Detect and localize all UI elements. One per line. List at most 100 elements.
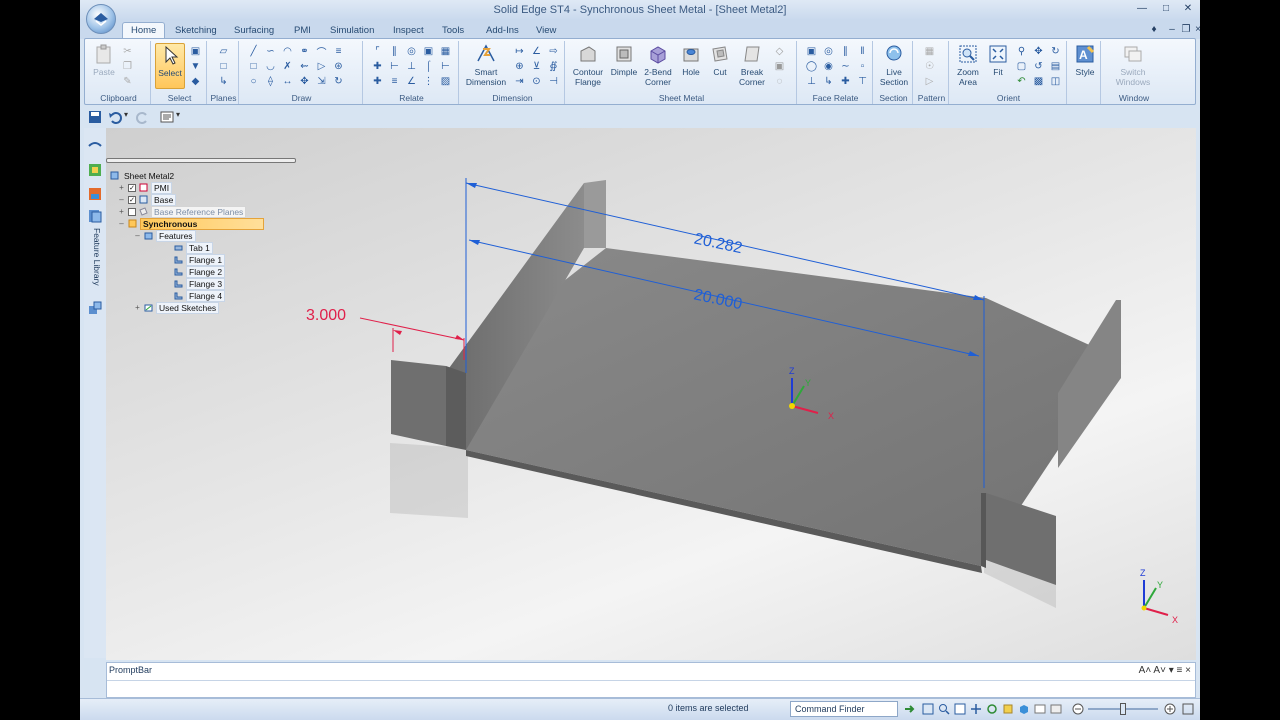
perpendicular-face-icon[interactable]: ⊥ [805,75,818,88]
tangent-face-icon[interactable]: ◯ [805,60,818,73]
shaded-view-icon[interactable] [1018,703,1030,715]
angular-coordinate-icon[interactable]: ∯ [547,60,560,73]
emboss-icon[interactable]: ◇ [773,45,786,58]
trim-icon[interactable]: ✗ [281,60,294,73]
curve-icon[interactable]: ∽ [264,45,277,58]
view-cube-icon[interactable]: ▩ [1032,75,1045,88]
select-tool-button[interactable]: Select [155,43,185,89]
assembly-icon[interactable] [87,300,103,316]
rotate-view-icon[interactable]: ↻ [1049,45,1062,58]
midpoint-icon[interactable]: ⋮ [422,75,435,88]
go-arrow-icon[interactable] [904,703,916,715]
tree-node-used-sketches[interactable]: + Used Sketches [134,301,220,314]
doc-close-button[interactable]: × [1186,23,1200,38]
distance-between-icon[interactable]: ↦ [513,45,526,58]
dim-axis-icon[interactable]: ⊙ [530,75,543,88]
rigid-face-icon[interactable]: ✚ [839,75,852,88]
tree-node-tab1[interactable]: Tab 1 [174,241,213,254]
coincident-plane-icon[interactable]: ▱ [217,45,230,58]
rectangular-pattern-icon[interactable]: ▦ [923,45,936,58]
pan-status-icon[interactable] [970,703,982,715]
flange-right-wall[interactable] [1058,300,1121,468]
equal-radius-icon[interactable]: ∼ [839,60,852,73]
tangent-icon[interactable]: ⌠ [422,60,435,73]
zoom-out-icon[interactable] [1072,703,1084,715]
base-reference-planes-checkbox[interactable] [128,207,136,216]
decrease-font-icon[interactable]: A˅ [1153,665,1166,676]
tab-left-flange[interactable] [391,360,446,446]
pan-icon[interactable]: ✥ [1032,45,1045,58]
fit-status-icon[interactable] [954,703,966,715]
tree-node-root[interactable]: Sheet Metal2 [110,170,176,181]
cut-icon[interactable]: ✂ [121,45,134,58]
paste-button[interactable]: Paste [91,43,117,77]
circle-icon[interactable]: ○ [247,75,260,88]
zoom-in-icon[interactable] [1164,703,1176,715]
close-prompt-icon[interactable]: × [1185,665,1191,676]
command-finder-input[interactable]: Command Finder [790,701,898,717]
circular-pattern-icon[interactable]: ☉ [923,60,936,73]
fit-button[interactable]: Fit [985,43,1011,77]
tab-inspect[interactable]: Inspect [385,23,432,39]
maximize-button[interactable]: □ [1154,2,1178,17]
coordinate-dimension-icon[interactable]: ⇨ [547,45,560,58]
expand-icon[interactable]: + [118,207,125,217]
base-checkbox[interactable]: ✓ [128,195,136,204]
zoom-area-status-icon[interactable] [922,703,934,715]
pathfinder-title-bar[interactable] [106,158,296,163]
move-icon[interactable]: ✥ [298,75,311,88]
feature-library-tab[interactable]: Feature Library [88,228,102,292]
coplanar-icon[interactable]: ▣ [805,45,818,58]
offset-face-icon[interactable]: ▫ [856,60,869,73]
tab-sketching[interactable]: Sketching [167,23,225,39]
live-section-button[interactable]: Live Section [877,43,911,87]
break-corner-button[interactable]: Break Corner [735,43,769,87]
pathfinder-icon[interactable] [87,136,103,152]
symmetric-diameter-icon[interactable]: ⊕ [513,60,526,73]
customize-qat-icon[interactable] [160,110,174,124]
line-icon[interactable]: ╱ [247,45,260,58]
horizontal-vertical-icon[interactable]: ⊢ [388,60,401,73]
tab-add-ins[interactable]: Add-Ins [478,23,527,39]
tab-pmi[interactable]: PMI [286,23,319,39]
extend-icon[interactable]: ↔ [281,75,294,88]
zoom-icon[interactable]: ⚲ [1015,45,1028,58]
project-icon[interactable]: ≡ [332,45,345,58]
dimension-outer-value[interactable]: 20.282 [692,230,744,257]
tree-node-flange3[interactable]: Flange 3 [174,277,226,290]
dim-copy-icon[interactable]: ⊣ [547,75,560,88]
model-scene[interactable]: 20.282 20.000 3.000 Z Y X Z Y X [106,128,1196,660]
named-view-status-icon[interactable] [1050,703,1062,715]
polygon-icon[interactable]: ⟠ [264,75,277,88]
bead-icon[interactable]: ◌ [773,75,786,88]
close-button[interactable]: ✕ [1176,2,1200,17]
format-painter-icon[interactable]: ✎ [121,75,134,88]
minimize-button[interactable]: — [1130,2,1154,17]
arc-3pt-icon[interactable]: ◡ [264,60,277,73]
fillet-icon[interactable]: ⌒ [315,45,328,59]
collapse-icon[interactable]: – [118,195,125,205]
angle-icon[interactable]: ∠ [405,75,418,88]
collapse-prompt-icon[interactable]: ▾ [1169,665,1174,676]
collinear-icon[interactable]: ✚ [371,60,384,73]
save-view-icon[interactable]: ◫ [1049,75,1062,88]
sketch-view-status-icon[interactable] [1002,703,1014,715]
undo-icon[interactable] [108,110,122,124]
symmetric-face-icon[interactable]: ‖ [856,45,869,58]
dim-style-icon[interactable]: ⇥ [513,75,526,88]
circle-tangent-icon[interactable]: ◠ [281,45,294,58]
tab-view[interactable]: View [528,23,564,39]
plane-lock-icon[interactable]: □ [217,60,230,73]
relationship-assistant-icon[interactable]: ▦ [439,45,452,58]
two-bend-corner-button[interactable]: 2-Bend Corner [641,43,675,87]
expand-icon[interactable]: + [118,183,125,193]
tab-tools[interactable]: Tools [434,23,472,39]
fullscreen-icon[interactable] [1182,703,1194,715]
horizontal-face-icon[interactable]: ↳ [822,75,835,88]
rigid-set-icon[interactable]: ✚ [371,75,384,88]
coordinate-system-icon[interactable]: ↳ [217,75,230,88]
tree-node-flange4[interactable]: Flange 4 [174,289,226,302]
application-button[interactable] [86,4,116,34]
arc-icon[interactable]: ⚭ [298,45,311,58]
parallel-face-icon[interactable]: ∥ [839,45,852,58]
